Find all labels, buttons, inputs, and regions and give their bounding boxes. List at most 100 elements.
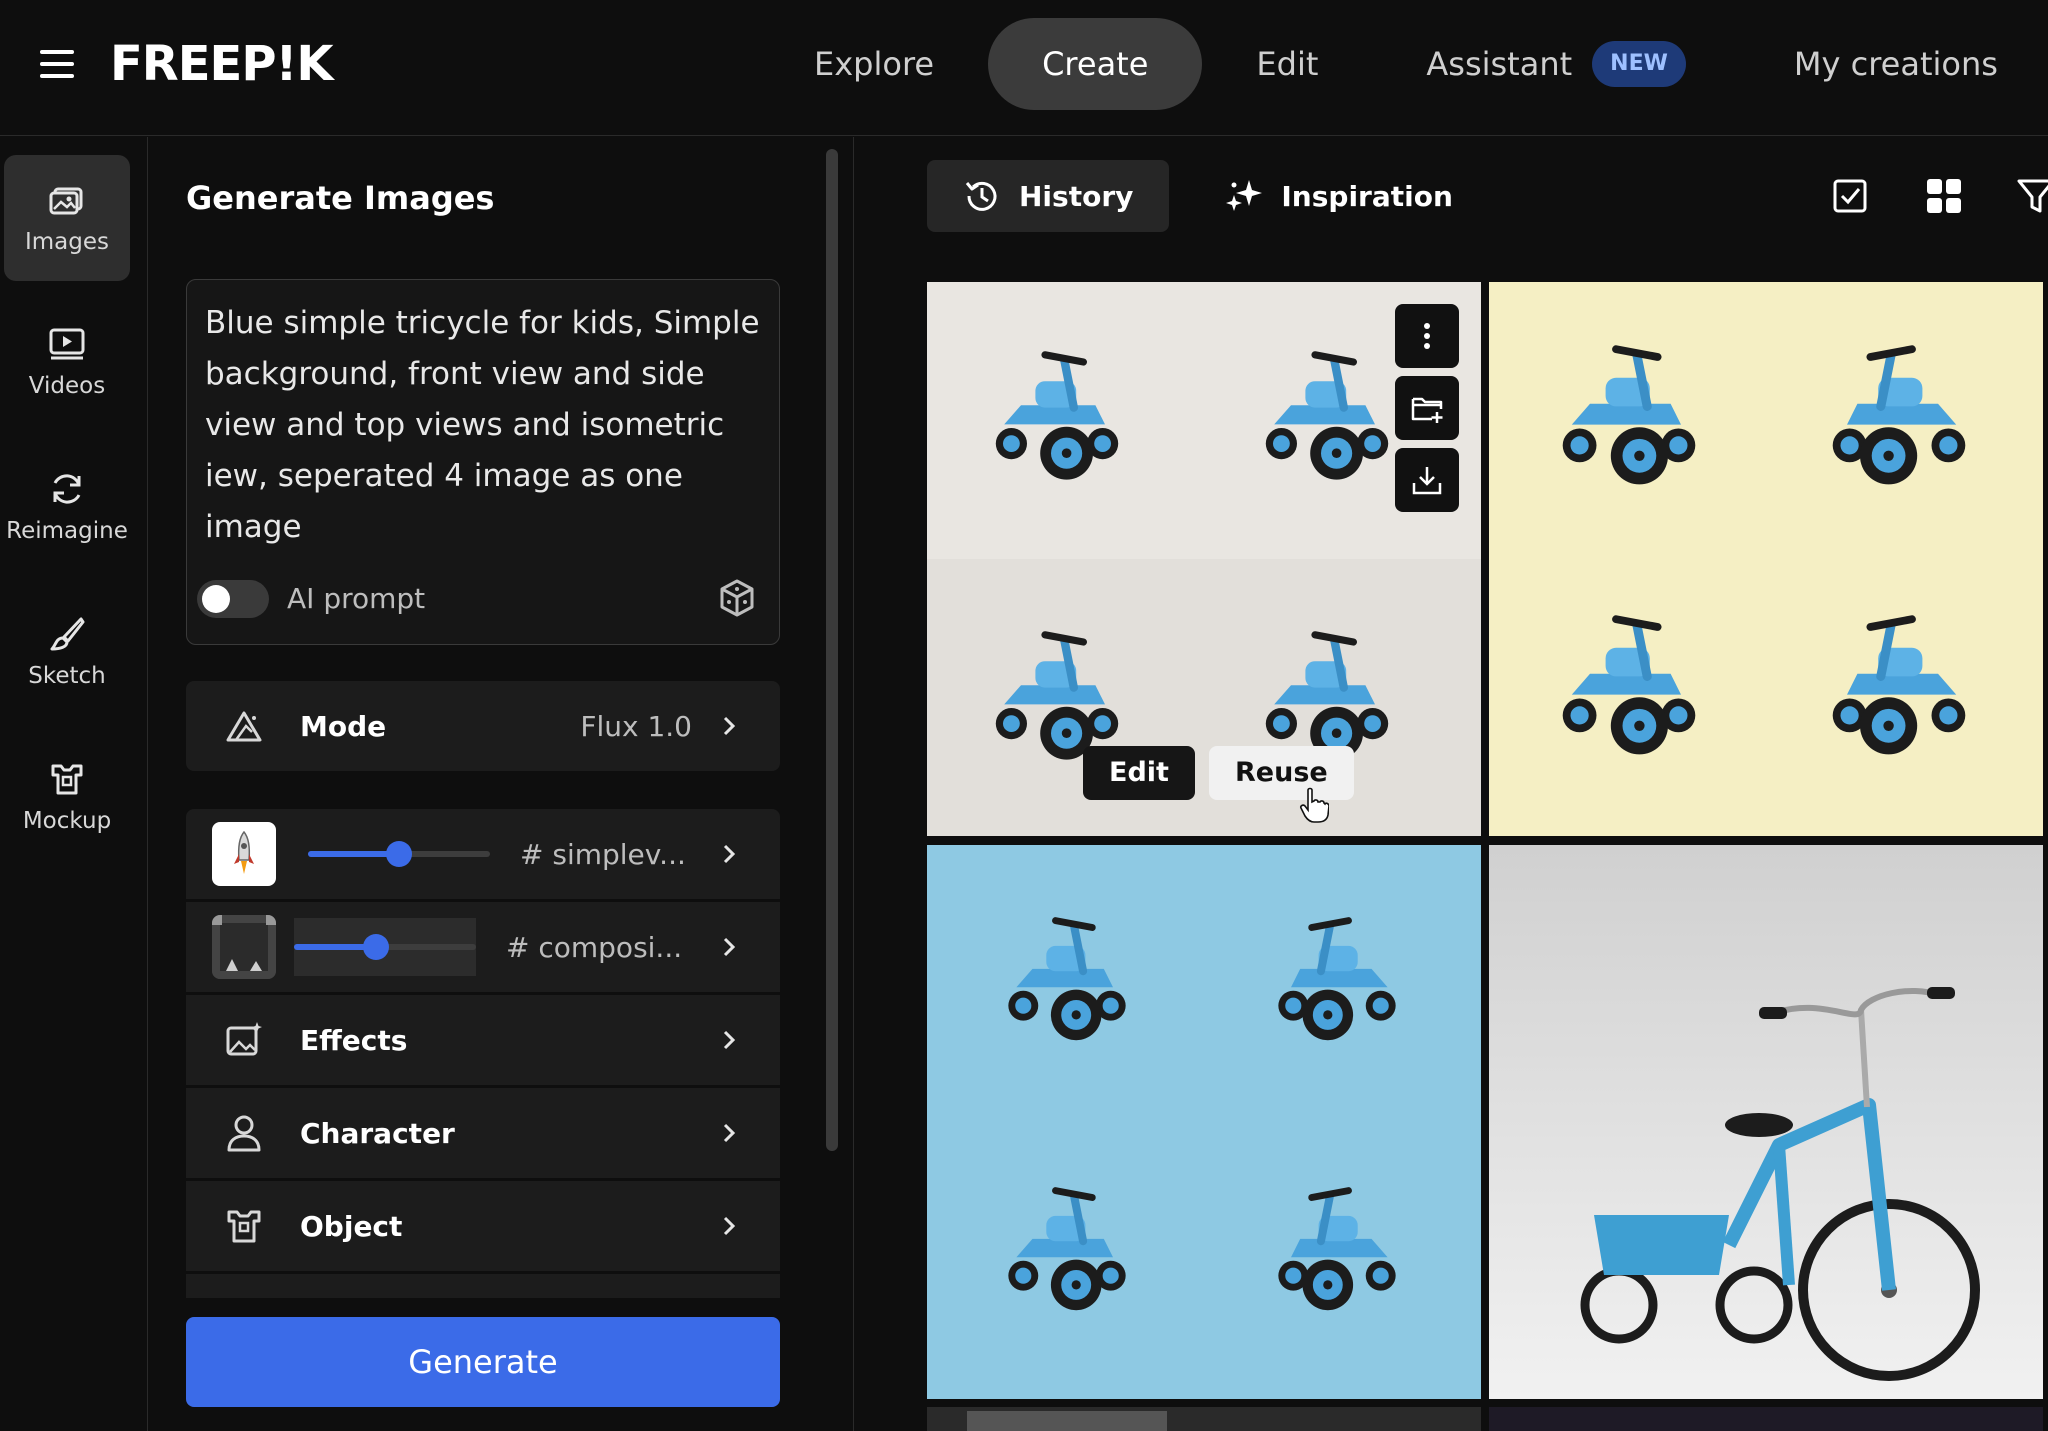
generated-image-tile[interactable] <box>1489 1407 2043 1431</box>
chevron-right-icon <box>723 1030 736 1050</box>
rail-item-mockup[interactable]: Mockup <box>4 734 130 860</box>
rail-label: Sketch <box>28 663 106 689</box>
composition-thumb <box>212 915 276 979</box>
nav-my-creations-label: My creations <box>1793 45 1998 83</box>
download-button[interactable] <box>1395 448 1459 512</box>
generated-image-tile[interactable] <box>927 845 1481 1399</box>
nav-assistant-label: Assistant <box>1426 45 1573 83</box>
filter-icon[interactable] <box>2016 176 2048 216</box>
tab-history[interactable]: History <box>927 160 1170 232</box>
brush-icon <box>50 617 85 651</box>
new-badge: NEW <box>1592 41 1686 87</box>
object-row[interactable]: Object <box>186 1181 780 1271</box>
mode-label: Mode <box>300 709 387 743</box>
refresh-icon <box>53 474 81 504</box>
rail-label: Mockup <box>22 808 112 834</box>
hand-cursor-icon <box>1300 787 1329 823</box>
prompt-text[interactable]: Blue simple tricycle for kids, Simple ba… <box>205 298 765 553</box>
main-nav: Explore Create Edit Assistant NEW My crea… <box>760 18 2048 110</box>
generated-image-tile[interactable]: Edit Reuse <box>927 282 1481 836</box>
folder-add-icon <box>1411 397 1443 423</box>
chevron-right-icon <box>723 716 736 736</box>
style-strength-slider[interactable] <box>308 841 490 867</box>
prompt-input[interactable]: Blue simple tricycle for kids, Simple ba… <box>186 279 780 645</box>
rocket-thumb <box>212 822 276 886</box>
rail-item-reimagine[interactable]: Reimagine <box>4 444 130 570</box>
panel-title: Generate Images <box>186 179 495 217</box>
tab-history-label: History <box>1019 179 1134 213</box>
style-row-simplev[interactable]: # simplev... <box>186 809 780 899</box>
object-icon <box>227 1210 261 1243</box>
dice-icon[interactable] <box>717 578 757 618</box>
grid-view-icon[interactable] <box>1924 176 1964 216</box>
character-label: Character <box>300 1116 455 1150</box>
gallery-tabs: History Inspiration <box>927 160 1489 232</box>
more-options-row <box>186 1274 780 1298</box>
rail-item-videos[interactable]: Videos <box>4 299 130 425</box>
nav-assistant[interactable]: Assistant NEW <box>1372 18 1740 110</box>
mode-value: Flux 1.0 <box>580 709 692 743</box>
character-row[interactable]: Character <box>186 1088 780 1178</box>
chevron-right-icon <box>723 844 736 864</box>
dark-image-preview <box>927 1407 1481 1431</box>
dark-image-preview <box>1489 1407 2043 1431</box>
tricycle-isometric-image <box>1489 282 2043 836</box>
generated-image-tile[interactable] <box>1489 845 2043 1399</box>
generate-button[interactable]: Generate <box>186 1317 780 1407</box>
person-icon <box>227 1115 261 1152</box>
generated-image-tile[interactable] <box>1489 282 2043 836</box>
tricycle-blue-background-image <box>927 845 1481 1399</box>
tool-rail: Images Videos Reimagine Sketch Mockup <box>0 137 148 1431</box>
tile-actions <box>1395 304 1459 512</box>
save-to-folder-button[interactable] <box>1395 376 1459 440</box>
images-icon <box>49 187 83 215</box>
object-label: Object <box>300 1209 403 1243</box>
mode-icon <box>226 711 262 742</box>
freepik-logo[interactable]: FREEP!K <box>110 36 334 92</box>
rail-item-images[interactable]: Images <box>4 155 130 281</box>
chevron-right-icon <box>723 1216 736 1236</box>
more-vertical-icon <box>1424 323 1430 349</box>
nav-explore-label: Explore <box>814 45 935 83</box>
select-checkbox-icon[interactable] <box>1830 176 1870 216</box>
tab-inspiration-label: Inspiration <box>1281 179 1453 213</box>
style-tag: # simplev... <box>520 837 686 871</box>
slider-handle[interactable] <box>362 934 389 960</box>
style-tag: # composi... <box>506 930 683 964</box>
nav-edit[interactable]: Edit <box>1202 18 1372 110</box>
effects-icon <box>226 1022 262 1056</box>
nav-my-creations[interactable]: My creations <box>1740 18 2048 110</box>
mode-selector[interactable]: Mode Flux 1.0 <box>186 681 780 771</box>
more-options-button[interactable] <box>1395 304 1459 368</box>
ai-prompt-toggle[interactable] <box>197 580 269 618</box>
style-strength-slider[interactable] <box>294 918 476 976</box>
effects-label: Effects <box>300 1023 408 1057</box>
edit-image-button[interactable]: Edit <box>1083 746 1195 800</box>
effects-row[interactable]: Effects <box>186 995 780 1085</box>
menu-icon[interactable] <box>40 50 74 78</box>
sparkle-icon <box>1226 180 1263 211</box>
video-icon <box>49 328 85 360</box>
tab-inspiration[interactable]: Inspiration <box>1189 160 1489 232</box>
toggle-knob <box>202 585 230 613</box>
mockup-icon <box>51 764 83 795</box>
generate-panel: Generate Images Blue simple tricycle for… <box>148 137 854 1431</box>
rail-label: Images <box>24 229 109 255</box>
nav-create[interactable]: Create <box>988 18 1203 110</box>
reuse-prompt-button[interactable]: Reuse <box>1209 746 1354 800</box>
rail-item-sketch[interactable]: Sketch <box>4 589 130 715</box>
chevron-right-icon <box>723 937 736 957</box>
nav-create-label: Create <box>1042 45 1149 83</box>
history-icon <box>965 181 997 211</box>
rail-label: Reimagine <box>6 518 128 544</box>
slider-handle[interactable] <box>386 841 412 867</box>
tricycle-side-view-image <box>1489 845 2043 1399</box>
nav-edit-label: Edit <box>1256 45 1319 83</box>
panel-scrollbar[interactable] <box>826 149 838 1151</box>
generated-image-tile[interactable] <box>927 1407 1481 1431</box>
style-row-composition[interactable]: # composi... <box>186 902 780 992</box>
nav-explore[interactable]: Explore <box>760 18 988 110</box>
top-navigation: FREEP!K Explore Create Edit Assistant NEW… <box>0 0 2048 136</box>
rail-label: Videos <box>28 373 106 399</box>
download-icon <box>1412 467 1442 495</box>
